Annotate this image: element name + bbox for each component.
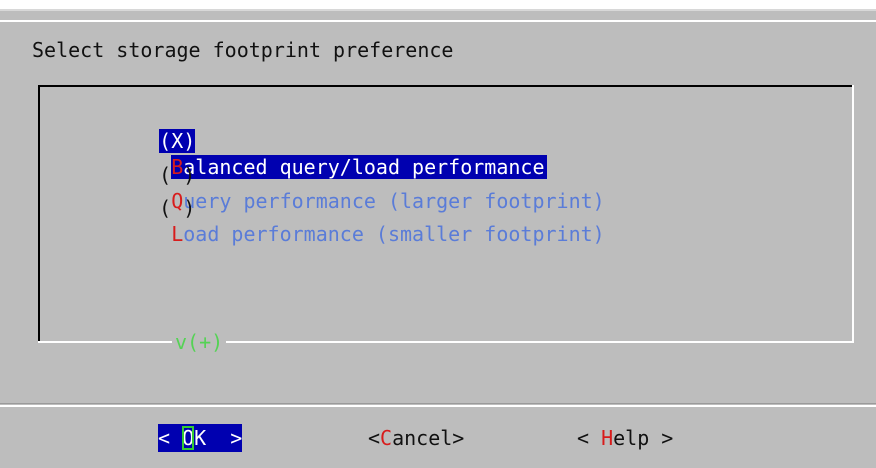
option-hotkey: L: [171, 222, 184, 246]
option-label-text: oad performance (smaller footprint): [183, 222, 605, 246]
listbox-border-left: [38, 85, 40, 343]
listbox-border-right: [852, 85, 854, 343]
top-strip-line: [0, 9, 876, 11]
help-button[interactable]: < Help >: [577, 424, 673, 452]
listbox-border-bottom: [38, 341, 854, 343]
dialog-border: [0, 20, 876, 22]
listbox-border-top: [38, 85, 854, 87]
radio-option-load[interactable]: ( ) Load performance (smaller footprint): [111, 169, 605, 246]
dialog-prompt: Select storage footprint preference: [32, 38, 454, 62]
top-strip: [0, 0, 876, 9]
options-listbox: (X) Balanced query/load performance ( ) …: [38, 85, 854, 343]
scroll-indicator: v(+): [172, 332, 227, 352]
radio-mark: ( ): [159, 196, 196, 220]
cancel-hotkey: C: [380, 426, 393, 450]
radio-option-balanced[interactable]: (X) Balanced query/load performance: [111, 102, 547, 179]
ok-button[interactable]: < OK >: [158, 424, 243, 452]
cancel-button[interactable]: <Cancel>: [368, 424, 464, 452]
button-separator: [0, 405, 876, 407]
ok-hotkey: O: [182, 426, 195, 450]
button-separator-shadow: [0, 403, 876, 404]
help-hotkey: H: [601, 426, 614, 450]
radio-option-query[interactable]: ( ) Query performance (larger footprint): [111, 136, 605, 213]
